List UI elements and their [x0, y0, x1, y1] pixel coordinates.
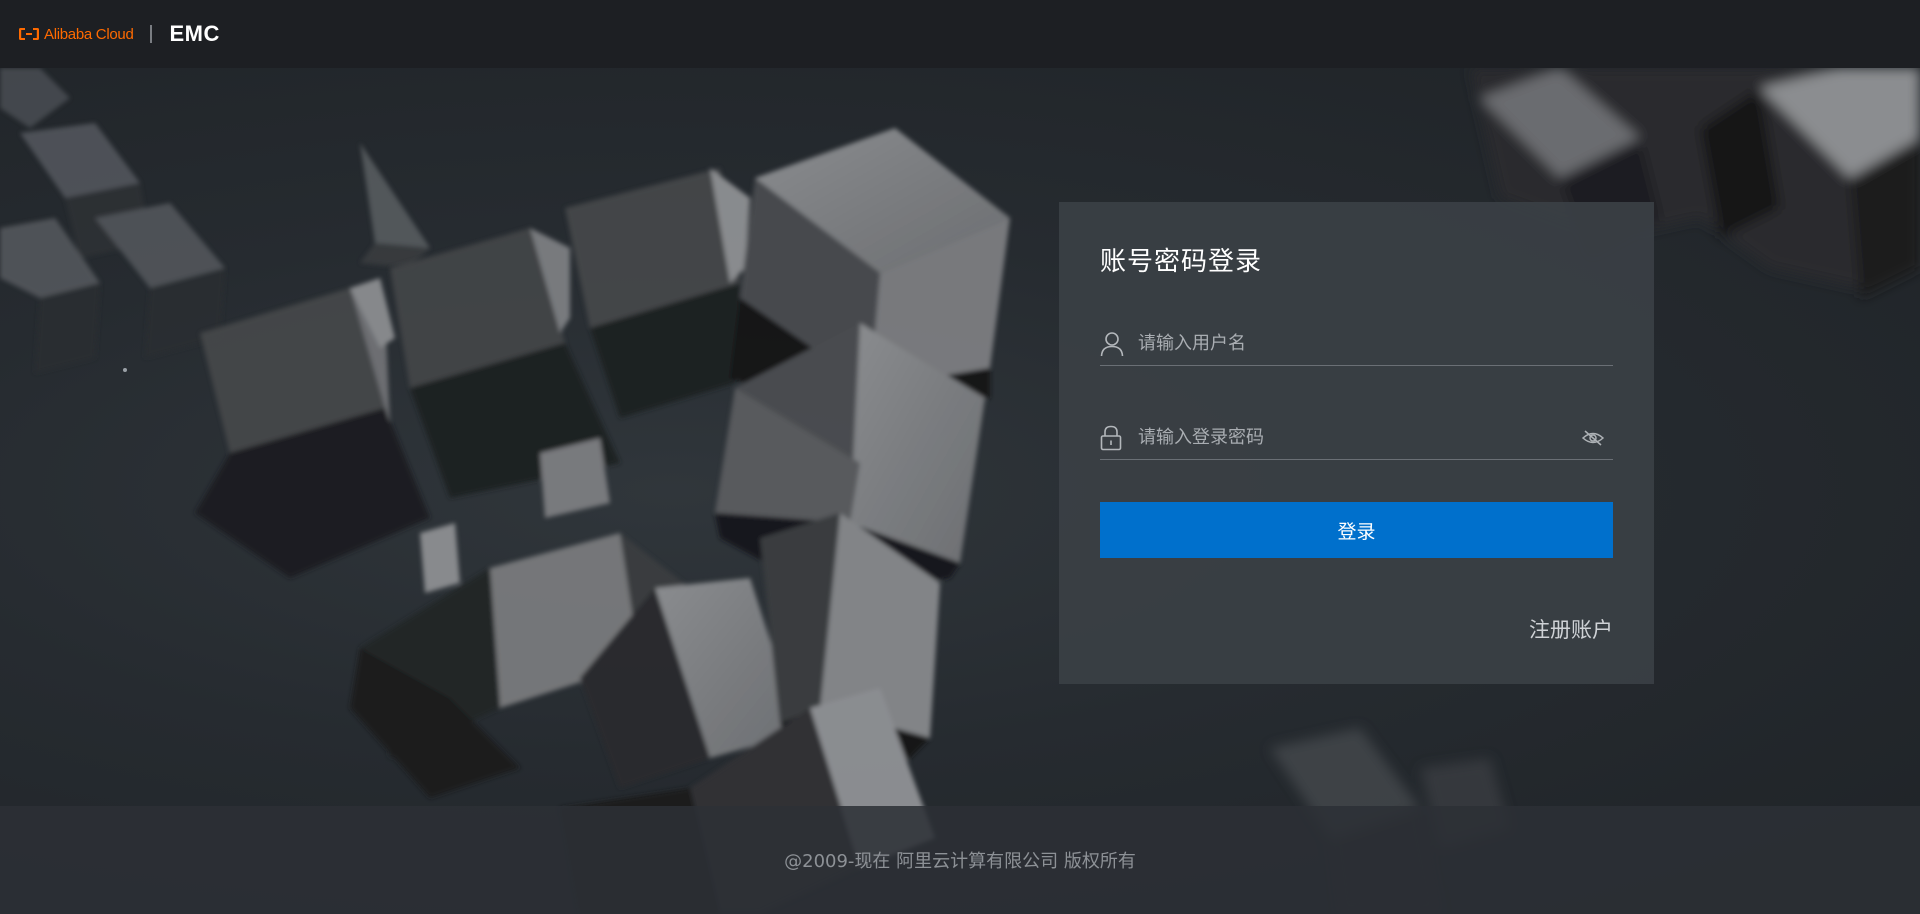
user-icon [1100, 330, 1126, 358]
header-divider [149, 25, 152, 43]
footer: @2009-现在 阿里云计算有限公司 版权所有 [0, 806, 1920, 914]
password-field [1100, 416, 1613, 460]
register-account-link[interactable]: 注册账户 [1529, 614, 1613, 644]
password-input[interactable] [1126, 416, 1579, 459]
brand-text: Alibaba Cloud [44, 25, 134, 43]
lock-icon [1100, 424, 1126, 452]
login-button[interactable]: 登录 [1100, 502, 1613, 558]
copyright-text: @2009-现在 阿里云计算有限公司 版权所有 [784, 851, 1136, 872]
eye-off-icon[interactable] [1579, 426, 1607, 450]
username-field [1100, 322, 1613, 366]
username-input[interactable] [1126, 322, 1613, 365]
alibaba-cloud-logo[interactable]: Alibaba Cloud [18, 24, 134, 44]
alibaba-cloud-logo-mark-icon [19, 28, 39, 40]
login-panel: 账号密码登录 登录 注册账户 [1059, 202, 1654, 684]
top-header: Alibaba Cloud EMC [0, 0, 1920, 68]
login-title: 账号密码登录 [1100, 247, 1263, 277]
product-name: EMC [169, 21, 220, 46]
